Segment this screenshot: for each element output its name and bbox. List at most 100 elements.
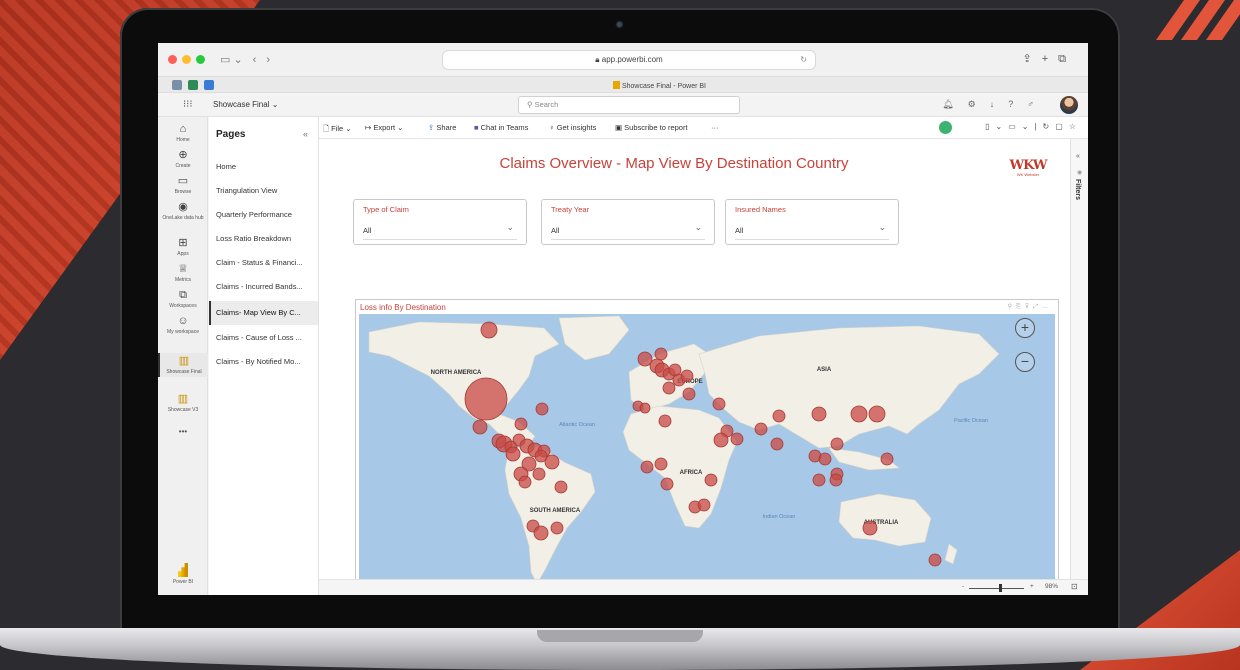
map-bubble[interactable] xyxy=(712,397,726,411)
workspace-name[interactable]: Showcase Final ⌄ xyxy=(213,100,278,109)
map-bubble[interactable] xyxy=(770,437,784,451)
nav-apps[interactable]: ⊞ Apps xyxy=(158,237,208,257)
nav-showcase-final[interactable]: ▥ Showcase Final xyxy=(158,353,208,377)
minimize-window-button[interactable] xyxy=(182,55,191,64)
map-bubble[interactable] xyxy=(730,432,744,446)
search-input[interactable]: ⚲ Search xyxy=(518,96,740,114)
map-bubble[interactable] xyxy=(704,473,718,487)
page-item[interactable]: Triangulation View xyxy=(209,179,318,203)
insured-names-slicer[interactable]: Insured Names All ⌄ xyxy=(725,199,899,245)
nav-onelake[interactable]: ◉ OneLake data hub xyxy=(158,201,208,221)
map-bubble[interactable] xyxy=(518,475,532,489)
collapse-pages-icon[interactable]: « xyxy=(303,129,308,139)
nav-home[interactable]: ⌂ Home xyxy=(158,123,208,143)
zoom-slider-track[interactable] xyxy=(969,588,1024,589)
treaty-year-slicer[interactable]: Treaty Year All ⌄ xyxy=(541,199,715,245)
zoom-in-button[interactable]: + xyxy=(1015,318,1035,338)
export-menu[interactable]: ↦ Export ⌄ xyxy=(365,123,403,132)
subscribe-button[interactable]: ▣ Subscribe to report xyxy=(615,123,688,132)
map-bubble[interactable] xyxy=(818,452,832,466)
map-bubble[interactable] xyxy=(660,477,674,491)
map-bubble[interactable] xyxy=(464,377,508,421)
page-item-active[interactable]: Claims- Map View By C... xyxy=(209,301,318,325)
map-bubble[interactable] xyxy=(772,409,786,423)
chevron-down-icon[interactable]: ⌄ xyxy=(506,222,514,233)
pinned-tab-icon[interactable] xyxy=(204,80,214,90)
map-bubble[interactable] xyxy=(637,351,653,367)
zoom-minus-button[interactable]: - xyxy=(962,583,964,590)
map-bubble[interactable] xyxy=(880,452,894,466)
nav-metrics[interactable]: ♕ Metrics xyxy=(158,263,208,283)
zoom-out-button[interactable]: − xyxy=(1015,352,1035,372)
user-avatar[interactable] xyxy=(1060,96,1078,114)
share-button[interactable]: ⇪ Share xyxy=(428,123,456,132)
fit-to-page-icon[interactable]: ⊡ xyxy=(1071,582,1078,591)
filters-pane[interactable]: « ◉ Filters xyxy=(1070,139,1088,579)
map-bubble[interactable] xyxy=(682,387,696,401)
appbar-actions[interactable]: 🔔︎⚙↓?♂ xyxy=(942,99,1048,110)
page-item[interactable]: Quarterly Performance xyxy=(209,203,318,227)
pinned-tab-icon[interactable] xyxy=(188,80,198,90)
page-item[interactable]: Claim - Status & Financi... xyxy=(209,251,318,275)
maximize-window-button[interactable] xyxy=(196,55,205,64)
expand-filters-icon[interactable]: « xyxy=(1076,153,1080,160)
map-bubble[interactable] xyxy=(829,473,843,487)
eye-icon[interactable]: ◉ xyxy=(1077,169,1082,176)
more-options-button[interactable]: ··· xyxy=(711,123,719,132)
close-window-button[interactable] xyxy=(168,55,177,64)
page-item[interactable]: Home xyxy=(209,155,318,179)
reload-icon[interactable]: ↻ xyxy=(800,51,807,69)
sidebar-toggle-icon[interactable]: ▭ ⌄ xyxy=(220,53,243,66)
file-menu[interactable]: 🗋︎ File ⌄ xyxy=(323,123,352,136)
back-icon[interactable]: ‹ xyxy=(253,54,257,66)
map-bubble[interactable] xyxy=(658,414,672,428)
map-bubble[interactable] xyxy=(550,521,564,535)
map-bubble[interactable] xyxy=(812,473,826,487)
zoom-plus-button[interactable]: + xyxy=(1030,583,1034,590)
chevron-down-icon[interactable]: ⌄ xyxy=(878,222,886,233)
active-tab[interactable]: Showcase Final - Power BI xyxy=(613,81,706,90)
pinned-tab-icon[interactable] xyxy=(172,80,182,90)
refresh-status-icon[interactable] xyxy=(939,121,952,134)
page-item[interactable]: Loss Ratio Breakdown xyxy=(209,227,318,251)
map-visual[interactable]: Loss info By Destination ⚲⎘⊽⤢… NORTH AME… xyxy=(355,299,1059,595)
map-bubble[interactable] xyxy=(654,347,668,361)
nav-showcase-v3[interactable]: ▥ Showcase V3 xyxy=(158,393,208,413)
get-insights-button[interactable]: ♀ Get insights xyxy=(549,123,596,132)
page-item[interactable]: Claims - By Notified Mo... xyxy=(209,350,318,374)
map-bubble[interactable] xyxy=(514,417,528,431)
map-bubble[interactable] xyxy=(639,402,651,414)
map-bubble[interactable] xyxy=(472,419,488,435)
map-bubble[interactable] xyxy=(535,402,549,416)
forward-icon[interactable]: › xyxy=(266,54,270,66)
chat-in-teams-button[interactable]: ■ Chat in Teams xyxy=(474,123,528,132)
map-bubble[interactable] xyxy=(662,381,676,395)
map-bubble[interactable] xyxy=(505,446,521,462)
view-actions[interactable]: ▯⌄▭⌄|↻▢☆ xyxy=(985,122,1082,131)
map-bubble[interactable] xyxy=(554,480,568,494)
map-bubble[interactable] xyxy=(830,437,844,451)
nav-create[interactable]: ⊕ Create xyxy=(158,149,208,169)
nav-my-workspace[interactable]: ☺ My workspace xyxy=(158,315,208,335)
map-bubble[interactable] xyxy=(680,369,694,383)
visual-header-icons[interactable]: ⚲⎘⊽⤢… xyxy=(1008,303,1052,311)
page-item[interactable]: Claims - Incurred Bands... xyxy=(209,275,318,299)
map-bubble[interactable] xyxy=(544,454,560,470)
map-bubble[interactable] xyxy=(862,520,878,536)
zoom-slider-thumb[interactable] xyxy=(999,584,1002,592)
browser-actions[interactable]: ⇪+⧉ xyxy=(1023,52,1077,66)
map-bubble[interactable] xyxy=(532,467,546,481)
nav-more[interactable]: ••• xyxy=(158,428,208,436)
type-of-claim-slicer[interactable]: Type of Claim All ⌄ xyxy=(353,199,527,245)
map-bubble[interactable] xyxy=(868,405,886,423)
map-bubble[interactable] xyxy=(850,405,868,423)
nav-powerbi[interactable]: Power BI xyxy=(158,563,208,585)
nav-browse[interactable]: ▭ Browse xyxy=(158,175,208,195)
map-bubble[interactable] xyxy=(533,525,549,541)
nav-workspaces[interactable]: ⧉ Workspaces xyxy=(158,289,208,309)
map-bubble[interactable] xyxy=(928,553,942,567)
map-area[interactable]: NORTH AMERICA SOUTH AMERICA EUROPE ASIA … xyxy=(359,314,1055,592)
chevron-down-icon[interactable]: ⌄ xyxy=(694,222,702,233)
map-bubble[interactable] xyxy=(654,457,668,471)
page-item[interactable]: Claims - Cause of Loss ... xyxy=(209,326,318,350)
